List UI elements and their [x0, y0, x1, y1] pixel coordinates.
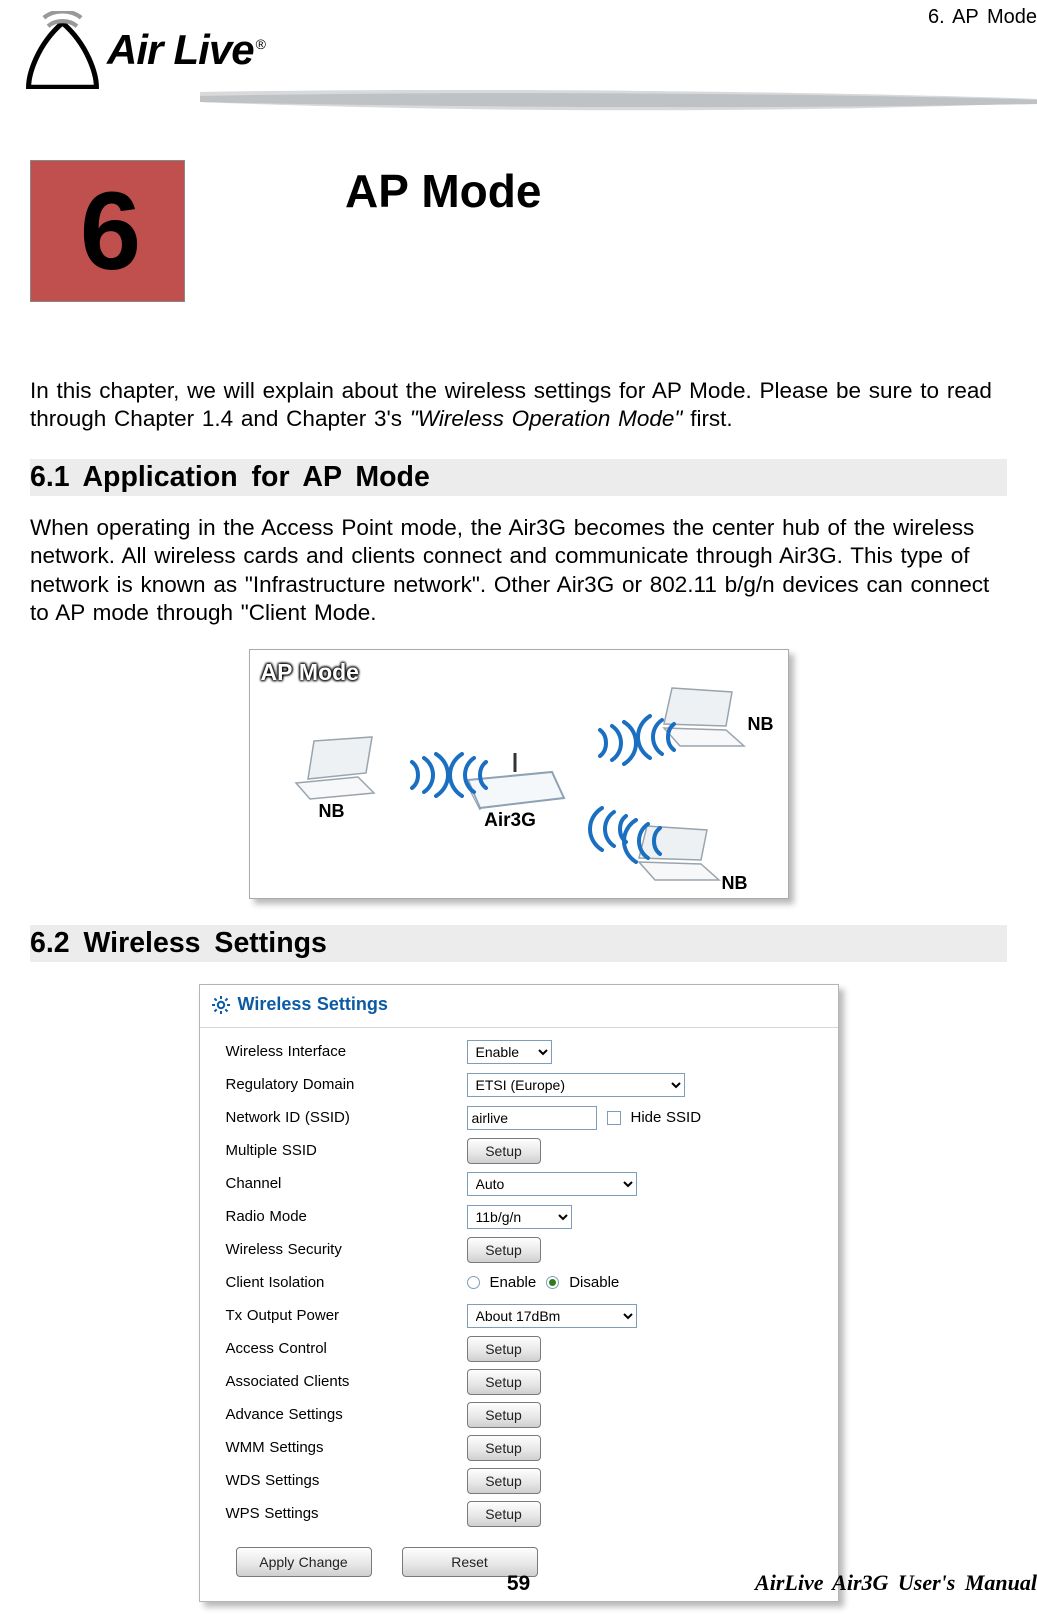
btn-advance-setup[interactable]: Setup — [467, 1402, 541, 1428]
label-clients: Associated Clients — [212, 1373, 467, 1390]
row-wireless-interface: Wireless Interface Enable — [212, 1036, 826, 1067]
ap-mode-diagram: AP Mode Air3G — [249, 649, 789, 899]
section-6-1-heading: 6.1 Application for AP Mode — [30, 459, 1007, 496]
row-channel: Channel Auto — [212, 1168, 826, 1199]
notebook-3-label: NB — [722, 873, 748, 894]
label-regulatory: Regulatory Domain — [212, 1076, 467, 1093]
label-radio: Radio Mode — [212, 1208, 467, 1225]
btn-clients-setup[interactable]: Setup — [467, 1369, 541, 1395]
manual-name: AirLive Air3G User's Manual — [755, 1570, 1037, 1596]
btn-security-setup[interactable]: Setup — [467, 1237, 541, 1263]
registered-mark: ® — [256, 36, 265, 52]
radio-isolation-disable[interactable] — [546, 1276, 559, 1289]
section-6-2-heading: 6.2 Wireless Settings — [30, 925, 1007, 962]
header-swoosh-icon — [0, 90, 1037, 115]
panel-header: Wireless Settings — [200, 985, 838, 1028]
label-channel: Channel — [212, 1175, 467, 1192]
page-header: 6. AP Mode Air Live® — [0, 0, 1037, 120]
notebook-1-icon — [286, 735, 381, 801]
notebook-2-label: NB — [748, 714, 774, 735]
row-ssid: Network ID (SSID) Hide SSID — [212, 1102, 826, 1133]
signal-waves-icon — [436, 752, 506, 798]
row-clients: Associated Clients Setup — [212, 1366, 826, 1397]
row-wds: WDS Settings Setup — [212, 1465, 826, 1496]
row-txpower: Tx Output Power About 17dBm — [212, 1300, 826, 1331]
panel-footer-buttons: Apply Change Reset — [212, 1531, 826, 1577]
checkbox-hide-ssid[interactable] — [607, 1111, 621, 1125]
label-isolation-enable: Enable — [490, 1274, 537, 1291]
label-txpower: Tx Output Power — [212, 1307, 467, 1324]
logo-text: Air Live® — [107, 26, 265, 74]
intro-italic: "Wireless Operation Mode" — [410, 406, 683, 431]
label-multi-ssid: Multiple SSID — [212, 1142, 467, 1159]
panel-title: Wireless Settings — [238, 994, 388, 1015]
btn-wds-setup[interactable]: Setup — [467, 1468, 541, 1494]
wireless-settings-panel: Wireless Settings Wireless Interface Ena… — [199, 984, 839, 1602]
label-ssid: Network ID (SSID) — [212, 1109, 467, 1126]
chapter-header: 6 AP Mode — [30, 160, 1007, 302]
label-hide-ssid: Hide SSID — [631, 1109, 702, 1126]
select-txpower[interactable]: About 17dBm — [467, 1304, 637, 1328]
label-security: Wireless Security — [212, 1241, 467, 1258]
logo-word: Air Live — [107, 26, 254, 73]
label-wmm: WMM Settings — [212, 1439, 467, 1456]
signal-waves-icon — [624, 714, 694, 760]
notebook-1-label: NB — [319, 801, 345, 822]
label-access: Access Control — [212, 1340, 467, 1357]
intro-text-b: first. — [682, 406, 732, 431]
row-wps: WPS Settings Setup — [212, 1498, 826, 1529]
label-advance: Advance Settings — [212, 1406, 467, 1423]
section-6-1-paragraph: When operating in the Access Point mode,… — [30, 514, 1007, 627]
btn-wps-setup[interactable]: Setup — [467, 1501, 541, 1527]
input-ssid[interactable] — [467, 1106, 597, 1130]
row-radio: Radio Mode 11b/g/n — [212, 1201, 826, 1232]
diagram-title: AP Mode — [261, 659, 359, 686]
row-isolation: Client Isolation Enable Disable — [212, 1267, 826, 1298]
select-regulatory[interactable]: ETSI (Europe) — [467, 1073, 685, 1097]
label-isolation: Client Isolation — [212, 1274, 467, 1291]
page-footer: 59 AirLive Air3G User's Manual — [0, 1572, 1037, 1596]
row-wmm: WMM Settings Setup — [212, 1432, 826, 1463]
row-access: Access Control Setup — [212, 1333, 826, 1364]
label-wps: WPS Settings — [212, 1505, 467, 1522]
btn-multi-ssid-setup[interactable]: Setup — [467, 1138, 541, 1164]
header-breadcrumb: 6. AP Mode — [928, 6, 1037, 29]
row-security: Wireless Security Setup — [212, 1234, 826, 1265]
label-wireless-interface: Wireless Interface — [212, 1043, 467, 1060]
btn-wmm-setup[interactable]: Setup — [467, 1435, 541, 1461]
logo-mark-icon — [20, 11, 105, 89]
router-label: Air3G — [473, 810, 548, 832]
chapter-title: AP Mode — [345, 164, 541, 302]
brand-logo: Air Live® — [20, 5, 265, 95]
row-advance: Advance Settings Setup — [212, 1399, 826, 1430]
btn-access-setup[interactable]: Setup — [467, 1336, 541, 1362]
row-multi-ssid: Multiple SSID Setup — [212, 1135, 826, 1166]
radio-isolation-enable[interactable] — [467, 1276, 480, 1289]
select-wireless-interface[interactable]: Enable — [467, 1040, 552, 1064]
intro-paragraph: In this chapter, we will explain about t… — [30, 377, 1007, 433]
select-radio[interactable]: 11b/g/n — [467, 1205, 572, 1229]
row-regulatory: Regulatory Domain ETSI (Europe) — [212, 1069, 826, 1100]
select-channel[interactable]: Auto — [467, 1172, 637, 1196]
gear-icon — [212, 996, 230, 1014]
chapter-number-badge: 6 — [30, 160, 185, 302]
signal-waves-icon — [610, 818, 680, 864]
label-wds: WDS Settings — [212, 1472, 467, 1489]
label-isolation-disable: Disable — [569, 1274, 619, 1291]
chapter-number: 6 — [80, 168, 135, 295]
